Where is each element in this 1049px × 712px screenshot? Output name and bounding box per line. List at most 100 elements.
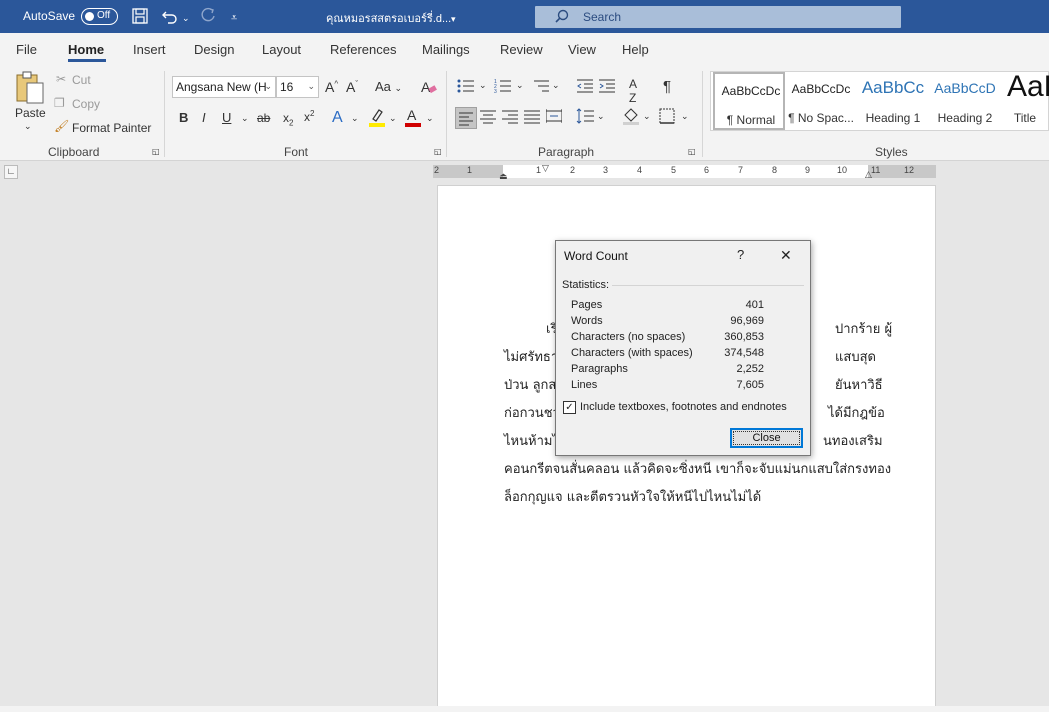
italic-icon[interactable]: I bbox=[202, 110, 206, 125]
shading-icon[interactable] bbox=[622, 107, 640, 128]
help-icon[interactable]: ? bbox=[737, 247, 744, 262]
font-launcher-icon[interactable]: ◱ bbox=[434, 147, 442, 156]
stat-label: Lines bbox=[571, 379, 598, 391]
font-size-combo[interactable]: 16 ⌄ bbox=[276, 76, 319, 98]
subscript-icon[interactable]: x2 bbox=[283, 111, 293, 127]
align-center-icon[interactable] bbox=[480, 108, 496, 127]
style-title[interactable]: AaB Title bbox=[1001, 72, 1049, 130]
stat-value: 401 bbox=[745, 299, 764, 311]
sort-icon[interactable]: AZ bbox=[629, 77, 637, 105]
underline-dropdown-icon[interactable]: ⌄ bbox=[241, 113, 249, 124]
document-line: แสบสุด bbox=[835, 350, 876, 365]
style-name: Title bbox=[1013, 111, 1037, 125]
highlight-dropdown-icon[interactable]: ⌄ bbox=[389, 113, 397, 124]
left-indent-marker[interactable]: ⏏ bbox=[499, 171, 508, 182]
close-icon[interactable]: ✕ bbox=[780, 247, 792, 264]
line-spacing-dropdown-icon[interactable]: ⌄ bbox=[597, 111, 605, 122]
show-formatting-marks-icon[interactable]: ¶ bbox=[663, 78, 671, 95]
save-icon[interactable] bbox=[131, 7, 149, 30]
tab-review[interactable]: Review bbox=[500, 42, 543, 57]
grow-font-icon[interactable]: A^ bbox=[325, 79, 338, 95]
undo-dropdown-icon[interactable]: ⌄ bbox=[182, 9, 190, 27]
horizontal-ruler[interactable]: 2 1 1 2 3 4 5 6 7 8 9 10 11 12 ▽ ⏏ △ bbox=[433, 163, 936, 181]
first-line-indent-marker[interactable]: ▽ bbox=[542, 163, 549, 174]
title-dropdown-icon[interactable]: ▾ bbox=[451, 10, 456, 28]
highlight-icon[interactable] bbox=[368, 107, 386, 130]
customize-toolbar-icon[interactable]: ⩡ bbox=[231, 9, 237, 27]
change-case-button[interactable]: Aa ⌄ bbox=[375, 79, 402, 94]
shrink-font-icon[interactable]: Aˇ bbox=[346, 79, 358, 95]
strikethrough-icon[interactable]: ab bbox=[257, 111, 270, 125]
include-textboxes-label[interactable]: Include textboxes, footnotes and endnote… bbox=[580, 401, 787, 413]
tab-file[interactable]: File bbox=[16, 42, 37, 57]
tab-mailings[interactable]: Mailings bbox=[422, 42, 470, 57]
stat-label: Paragraphs bbox=[571, 363, 628, 375]
increase-indent-icon[interactable] bbox=[599, 78, 615, 97]
paste-icon[interactable] bbox=[14, 71, 46, 110]
autosave-state: Off bbox=[97, 10, 111, 21]
tab-view[interactable]: View bbox=[568, 42, 596, 57]
numbering-icon[interactable]: 123 bbox=[494, 78, 512, 97]
tab-selector[interactable]: ∟ bbox=[4, 165, 18, 179]
style-no-spacing[interactable]: AaBbCcDc ¶ No Spac... bbox=[785, 72, 857, 130]
stat-value: 2,252 bbox=[736, 363, 764, 375]
text-effects-dropdown-icon[interactable]: ⌄ bbox=[351, 113, 359, 124]
font-color-dropdown-icon[interactable]: ⌄ bbox=[426, 113, 434, 124]
tab-home[interactable]: Home bbox=[68, 42, 104, 57]
bullets-dropdown-icon[interactable]: ⌄ bbox=[479, 80, 487, 91]
decrease-indent-icon[interactable] bbox=[577, 78, 593, 97]
borders-dropdown-icon[interactable]: ⌄ bbox=[681, 111, 689, 122]
stat-row-lines: Lines 7,605 bbox=[571, 379, 764, 395]
font-color-icon[interactable]: A bbox=[405, 107, 421, 130]
superscript-icon[interactable]: x2 bbox=[304, 109, 314, 124]
font-name-combo[interactable]: Angsana New (H ⌄ bbox=[172, 76, 276, 98]
style-name: ¶ No Spac... bbox=[788, 111, 854, 125]
clipboard-launcher-icon[interactable]: ◱ bbox=[152, 147, 160, 156]
redo-icon[interactable] bbox=[199, 7, 217, 30]
include-textboxes-checkbox[interactable]: ✓ bbox=[563, 401, 576, 414]
multilevel-list-icon[interactable] bbox=[532, 78, 550, 97]
tab-design[interactable]: Design bbox=[194, 42, 234, 57]
align-right-icon[interactable] bbox=[502, 108, 518, 127]
chevron-down-icon: ⌄ bbox=[307, 81, 315, 91]
autosave-toggle[interactable]: Off bbox=[81, 8, 118, 25]
close-button[interactable]: Close bbox=[730, 428, 803, 448]
copy-button[interactable]: Copy bbox=[72, 97, 100, 111]
multilevel-dropdown-icon[interactable]: ⌄ bbox=[552, 80, 560, 91]
document-title[interactable]: คุณหมอรสสตรอเบอร์รี่.d... bbox=[326, 9, 451, 27]
tab-help[interactable]: Help bbox=[622, 42, 649, 57]
ruler-label: 3 bbox=[603, 165, 609, 175]
paste-dropdown-icon[interactable]: ⌄ bbox=[24, 121, 32, 132]
style-heading-1[interactable]: AaBbCc Heading 1 bbox=[857, 72, 929, 130]
format-painter-button[interactable]: Format Painter bbox=[72, 121, 151, 135]
bold-icon[interactable]: B bbox=[179, 110, 188, 125]
paste-label[interactable]: Paste bbox=[15, 106, 46, 120]
format-painter-icon: 🖌 bbox=[54, 119, 70, 133]
align-left-button[interactable] bbox=[455, 107, 477, 129]
numbering-dropdown-icon[interactable]: ⌄ bbox=[516, 80, 524, 91]
right-indent-marker[interactable]: △ bbox=[865, 169, 872, 180]
ruler-label: 10 bbox=[837, 165, 848, 175]
distributed-icon[interactable] bbox=[545, 108, 563, 127]
document-line: นทองเสริม bbox=[823, 434, 883, 449]
justify-icon[interactable] bbox=[524, 108, 540, 127]
bullets-icon[interactable] bbox=[457, 78, 475, 97]
tab-insert[interactable]: Insert bbox=[133, 42, 166, 57]
tab-layout[interactable]: Layout bbox=[262, 42, 301, 57]
stat-row-words: Words 96,969 bbox=[571, 315, 764, 331]
style-normal[interactable]: AaBbCcDc ¶ Normal bbox=[713, 72, 785, 130]
tab-references[interactable]: References bbox=[330, 42, 396, 57]
divider bbox=[702, 71, 703, 157]
line-spacing-icon[interactable] bbox=[576, 108, 594, 127]
search-box[interactable]: Search bbox=[535, 6, 901, 28]
paragraph-launcher-icon[interactable]: ◱ bbox=[688, 147, 696, 156]
style-name: Heading 2 bbox=[937, 111, 993, 125]
cut-button[interactable]: Cut bbox=[72, 73, 91, 87]
underline-icon[interactable]: U bbox=[222, 110, 231, 125]
clear-formatting-icon[interactable]: A bbox=[420, 78, 438, 99]
undo-icon[interactable] bbox=[161, 7, 179, 30]
shading-dropdown-icon[interactable]: ⌄ bbox=[643, 111, 651, 122]
style-heading-2[interactable]: AaBbCcD Heading 2 bbox=[929, 72, 1001, 130]
borders-icon[interactable] bbox=[659, 108, 675, 127]
text-effects-icon[interactable]: A bbox=[332, 109, 343, 127]
